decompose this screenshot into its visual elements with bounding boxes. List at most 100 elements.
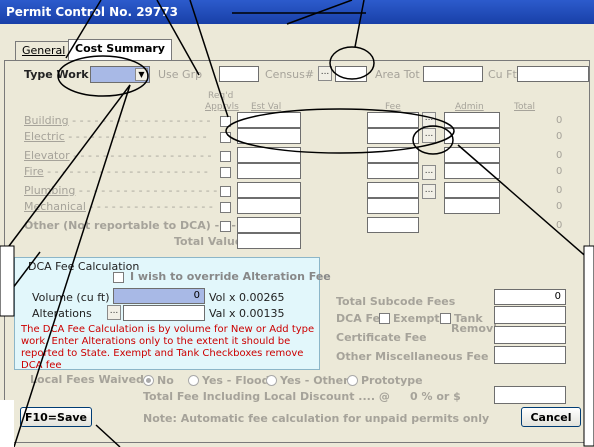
reqd-header: Req'd [208, 91, 234, 101]
override-alteration-checkbox[interactable] [113, 272, 124, 283]
census-label: Census# [265, 68, 315, 81]
cancel-button[interactable]: Cancel [521, 407, 581, 427]
electric-fee-lookup-button[interactable]: ... [422, 128, 436, 143]
tab-general-label: General [22, 44, 66, 57]
total-subcode-fees-input[interactable]: 0 [494, 289, 566, 305]
cu-ft-label: Cu Ft [488, 68, 517, 81]
radio-yes-flood[interactable] [188, 375, 199, 386]
area-tot-input[interactable] [423, 66, 483, 82]
elevator-total: 0 [556, 150, 563, 161]
fire-fee-lookup-button[interactable]: ... [422, 165, 436, 180]
building-apprvl-checkbox[interactable] [220, 116, 231, 127]
plumbing-label: Plumbing - - - - - - - - - - - - - - - -… [24, 184, 218, 197]
admin-header: Admin [455, 102, 484, 112]
other-misc-fee-input[interactable] [494, 346, 566, 364]
total-value-label: Total Value [174, 235, 243, 248]
other-apprvl-checkbox[interactable] [220, 221, 231, 232]
auto-calc-note: Note: Automatic fee calculation for unpa… [143, 412, 490, 425]
plumbing-fee-lookup-button[interactable]: ... [422, 184, 436, 199]
removl-label: Removl [451, 322, 497, 335]
mechanical-apprvl-checkbox[interactable] [220, 202, 231, 213]
electric-admin-input[interactable] [444, 128, 500, 144]
electric-total: 0 [556, 131, 563, 142]
other-est-val-input[interactable] [237, 217, 301, 233]
local-fees-waived-label: Local Fees Waived: [30, 373, 149, 386]
volume-label: Volume (cu ft) [32, 291, 110, 304]
use-grp-input[interactable] [219, 66, 259, 82]
est-val-header: Est Val [251, 102, 282, 112]
electric-apprvl-checkbox[interactable] [220, 132, 231, 143]
plumbing-admin-input[interactable] [444, 182, 500, 198]
fire-admin-input[interactable] [444, 163, 500, 179]
tank-checkbox[interactable] [440, 313, 451, 324]
val-multiplier: Val x 0.00135 [209, 307, 285, 320]
building-admin-input[interactable] [444, 112, 500, 128]
alterations-input[interactable] [123, 305, 205, 321]
building-est-val-input[interactable] [237, 112, 301, 128]
other-total: 0 [556, 220, 563, 231]
electric-label: Electric - - - - - - - - - - - - - - - -… [24, 130, 207, 143]
total-incl-discount-label: Total Fee Including Local Discount .... … [143, 390, 390, 403]
elevator-admin-input[interactable] [444, 147, 500, 163]
certificate-fee-input[interactable] [494, 326, 566, 344]
total-value-input[interactable] [237, 233, 301, 249]
mechanical-admin-input[interactable] [444, 198, 500, 214]
radio-yes-other[interactable] [266, 375, 277, 386]
exempt-checkbox[interactable] [379, 313, 390, 324]
vol-multiplier: Vol x 0.00265 [209, 291, 285, 304]
elevator-fee-input[interactable] [367, 147, 419, 163]
mechanical-fee-input[interactable] [367, 198, 419, 214]
type-work-select[interactable]: ▼ [90, 66, 150, 83]
tab-cost-summary[interactable]: Cost Summary [68, 39, 172, 61]
other-fee-input[interactable] [367, 217, 419, 233]
apprvls-header: Apprvls [205, 102, 239, 112]
mechanical-total: 0 [556, 201, 563, 212]
tab-general[interactable]: General [15, 41, 73, 61]
tab-cost-summary-label: Cost Summary [75, 42, 165, 55]
type-work-label: Type Work [24, 68, 89, 81]
plumbing-fee-input[interactable] [367, 182, 419, 198]
chevron-down-icon[interactable]: ▼ [135, 68, 148, 81]
building-label: Building - - - - - - - - - - - - - - - -… [24, 114, 211, 127]
total-incl-discount-input[interactable] [494, 386, 566, 404]
plumbing-total: 0 [556, 185, 563, 196]
volume-input[interactable]: 0 [113, 288, 205, 304]
plumbing-apprvl-checkbox[interactable] [220, 186, 231, 197]
fee-header: Fee [385, 102, 401, 112]
fire-est-val-input[interactable] [237, 163, 301, 179]
cu-ft-input[interactable] [517, 66, 589, 82]
total-subcode-fees-label: Total Subcode Fees [336, 295, 456, 308]
radio-yes-other-label: Yes - Other [280, 374, 349, 387]
electric-fee-input[interactable] [367, 128, 419, 144]
window-title: Permit Control No. 29773 [0, 0, 594, 24]
plumbing-est-val-input[interactable] [237, 182, 301, 198]
fire-apprvl-checkbox[interactable] [220, 167, 231, 178]
alterations-label: Alterations [32, 307, 92, 320]
alterations-lookup-button[interactable]: ... [107, 305, 121, 320]
mechanical-est-val-input[interactable] [237, 198, 301, 214]
save-button[interactable]: F10=Save [20, 407, 92, 427]
mechanical-label: Mechanical - - - - - - - - - - - - - - -… [24, 200, 213, 213]
elevator-label: Elevator - - - - - - - - - - - - - - - -… [24, 149, 212, 162]
discount-pct: 0 % or $ [410, 390, 461, 403]
census-lookup-button[interactable]: ... [318, 66, 332, 81]
radio-no[interactable] [143, 375, 154, 386]
census-input[interactable] [335, 66, 367, 82]
exempt-label: Exempt [393, 312, 440, 325]
radio-no-label: No [157, 374, 174, 387]
electric-est-val-input[interactable] [237, 128, 301, 144]
elevator-apprvl-checkbox[interactable] [220, 151, 231, 162]
elevator-est-val-input[interactable] [237, 147, 301, 163]
other-misc-fee-label: Other Miscellaneous Fee [336, 350, 489, 363]
radio-yes-flood-label: Yes - Flood [202, 374, 270, 387]
building-fee-lookup-button[interactable]: ... [422, 112, 436, 127]
fire-fee-input[interactable] [367, 163, 419, 179]
override-alteration-label: I wish to override Alteration Fee [130, 270, 331, 283]
radio-prototype[interactable] [347, 375, 358, 386]
total-header: Total [514, 102, 536, 112]
building-fee-input[interactable] [367, 112, 419, 128]
dca-fee-input[interactable] [494, 306, 566, 324]
other-label: Other (Not reportable to DCA) - - - - - [24, 219, 253, 232]
radio-prototype-label: Prototype [361, 374, 423, 387]
building-total: 0 [556, 115, 563, 126]
